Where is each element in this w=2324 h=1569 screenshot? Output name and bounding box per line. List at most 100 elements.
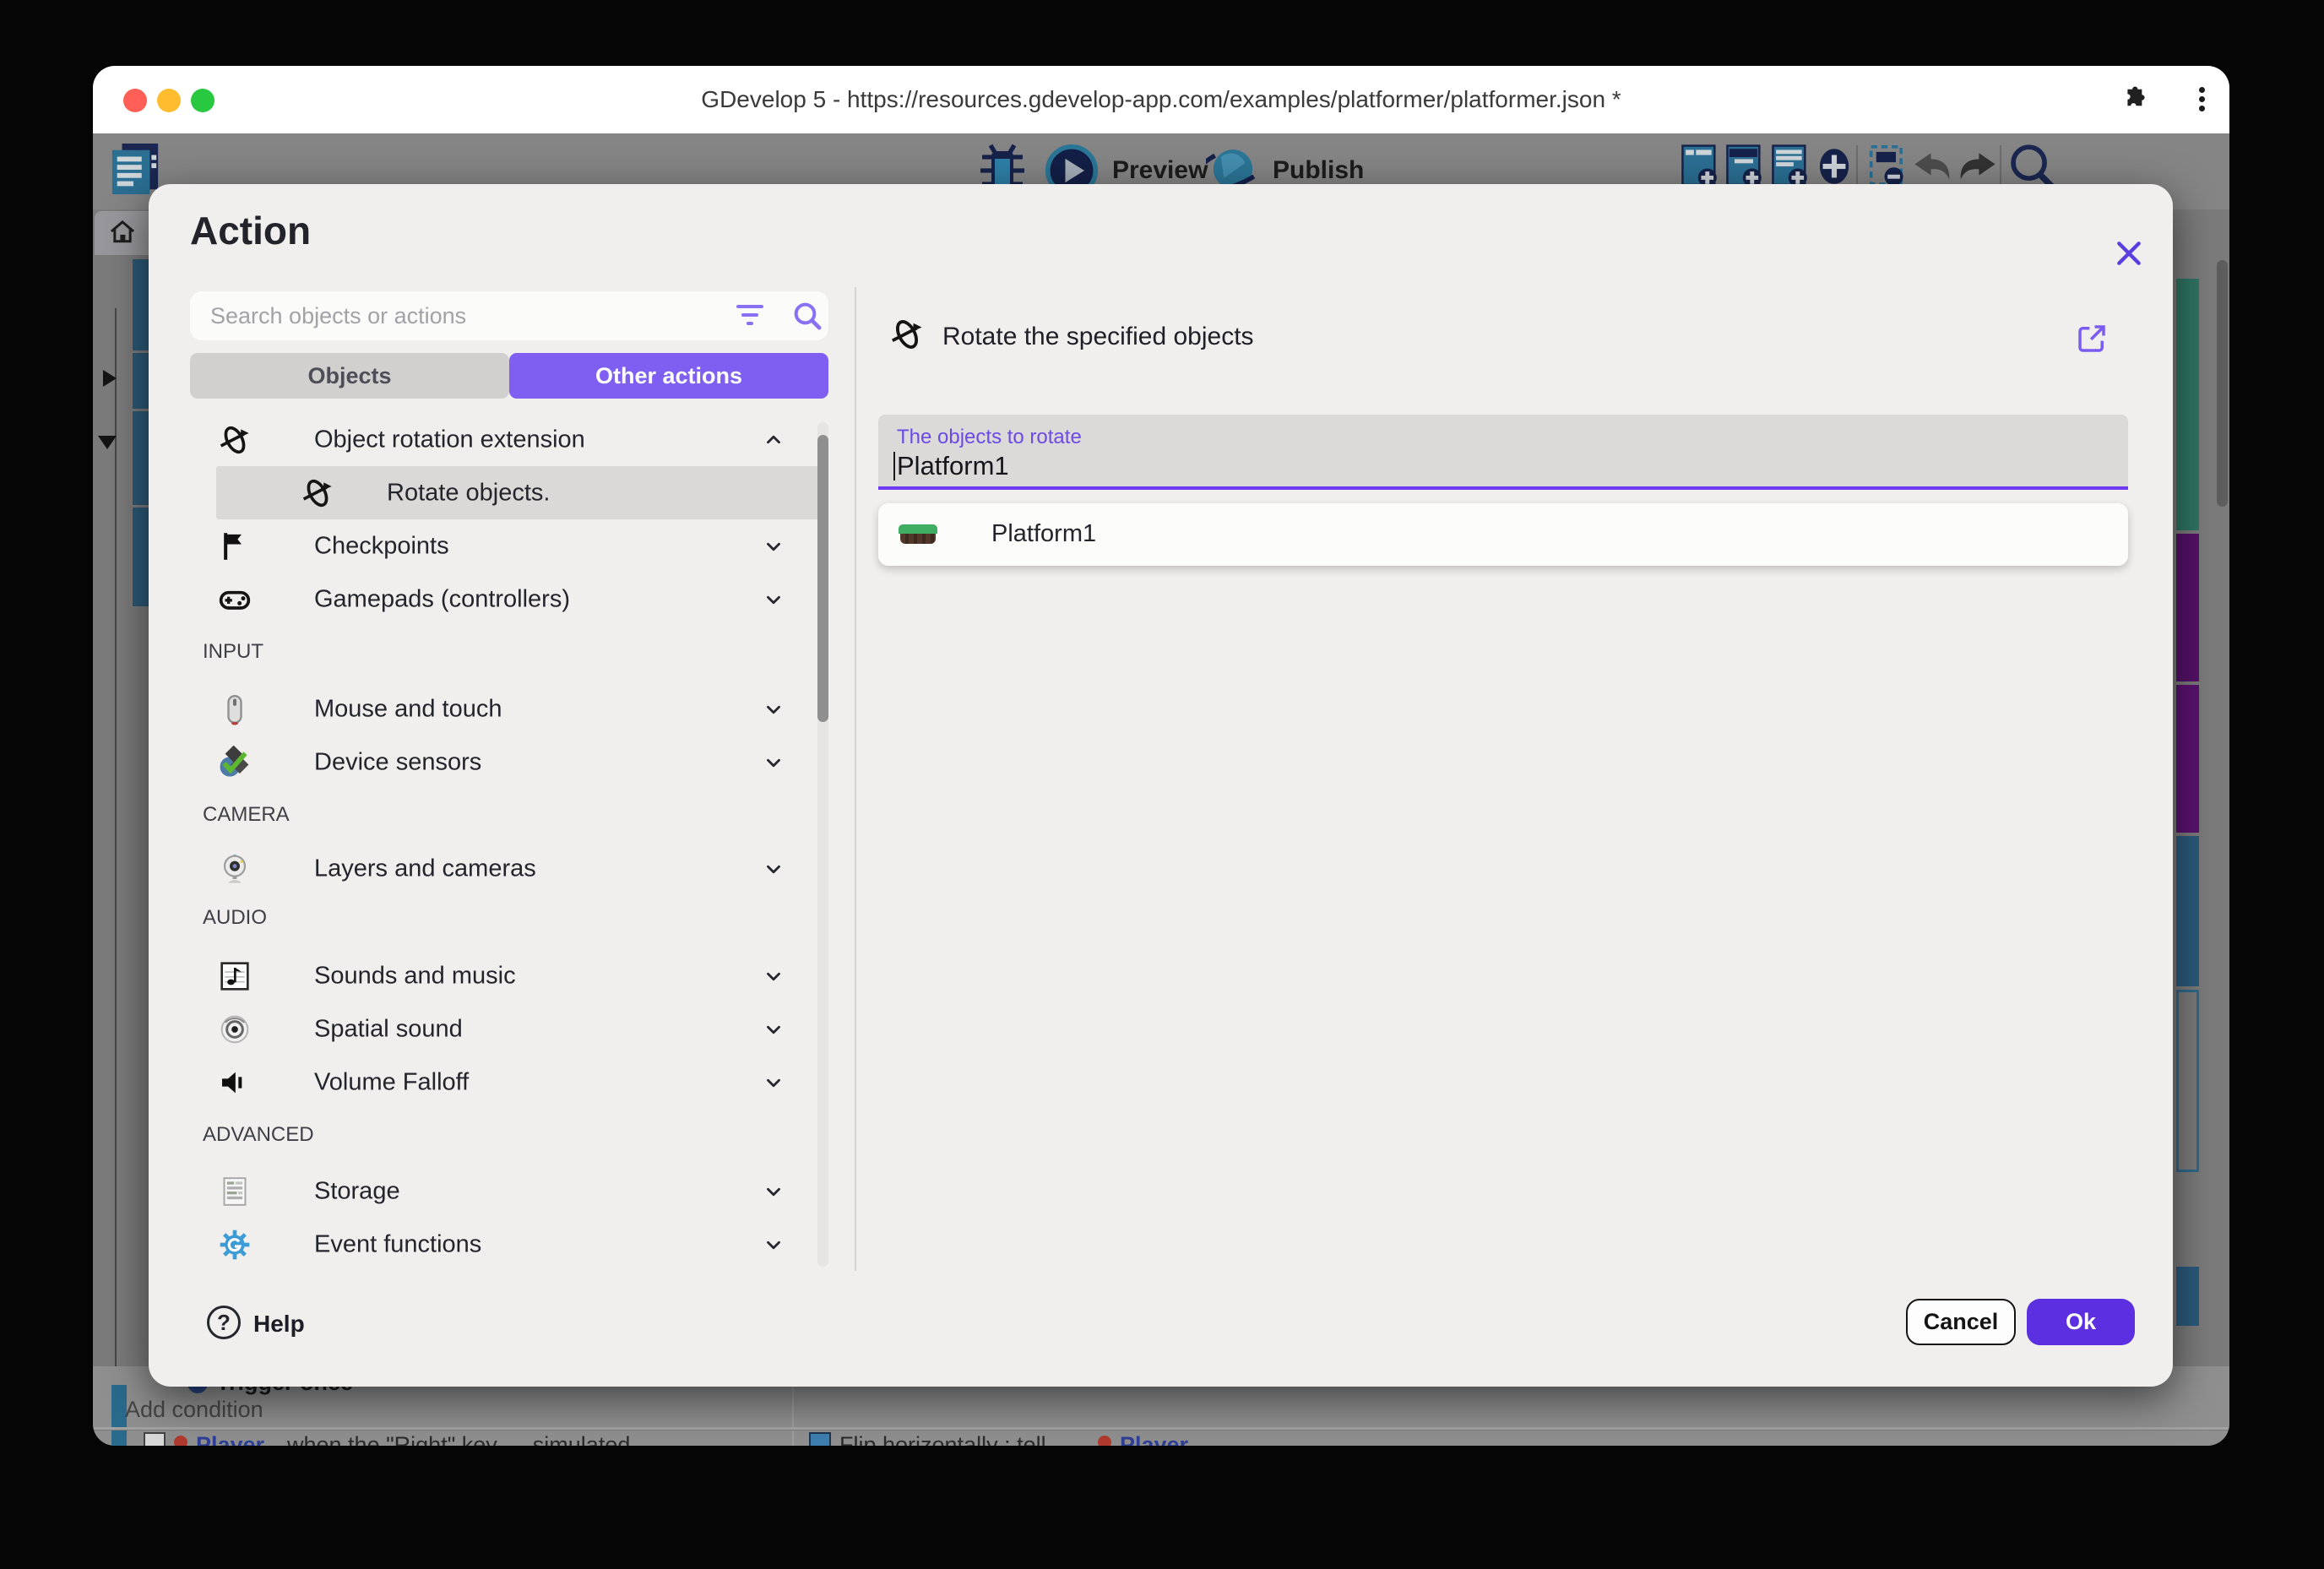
object-rotation-icon xyxy=(301,476,334,510)
screenshot-stage: GDevelop 5 - https://resources.gdevelop-… xyxy=(0,0,2324,1569)
flag-icon xyxy=(218,529,252,563)
device-sensors-icon xyxy=(218,746,252,779)
chevron-down-icon xyxy=(763,535,785,557)
list-item-event-functions[interactable]: Event functions xyxy=(149,1218,819,1271)
extensions-puzzle-icon[interactable] xyxy=(2120,85,2147,112)
list-item-checkpoints[interactable]: Checkpoints xyxy=(149,519,819,573)
chevron-down-icon xyxy=(763,752,785,774)
tab-objects[interactable]: Objects xyxy=(190,353,509,399)
event-object-name: Player xyxy=(196,1432,264,1446)
field-value: Platform1 xyxy=(897,451,1009,481)
platform-sprite-thumbnail xyxy=(899,524,937,545)
event-row-divider xyxy=(93,1427,2229,1430)
field-label: The objects to rotate xyxy=(897,426,1082,449)
undo-icon xyxy=(1913,152,1953,184)
text-caret xyxy=(893,452,895,480)
list-item-label: Mouse and touch xyxy=(314,695,502,723)
list-scrollbar-thumb[interactable] xyxy=(817,435,828,722)
chevron-down-icon xyxy=(763,858,785,880)
object-rotation-icon xyxy=(889,317,925,352)
filter-icon[interactable] xyxy=(736,305,764,327)
add-condition-link: Add condition xyxy=(125,1397,263,1423)
list-item-layers-and-cameras[interactable]: Layers and cameras xyxy=(149,842,819,895)
list-item-device-sensors[interactable]: Device sensors xyxy=(149,736,819,789)
event-column-divider xyxy=(792,1431,794,1446)
list-item-volume-falloff[interactable]: Volume Falloff xyxy=(149,1056,819,1109)
event-tree-bar xyxy=(133,259,149,350)
page-title: GDevelop 5 - https://resources.gdevelop-… xyxy=(93,66,2229,133)
list-item-label: Rotate objects. xyxy=(387,479,550,507)
list-item-storage[interactable]: Storage xyxy=(149,1165,819,1218)
object-rotation-icon xyxy=(218,423,252,457)
condition-icon xyxy=(144,1432,166,1446)
chevron-up-icon xyxy=(763,429,785,451)
preview-button-label: Preview xyxy=(1112,156,1208,185)
webcam-icon xyxy=(218,852,252,886)
close-icon[interactable] xyxy=(2112,236,2146,270)
ok-button[interactable]: Ok xyxy=(2027,1299,2135,1345)
event-tree-line xyxy=(115,308,117,1372)
chevron-down-icon xyxy=(763,1181,785,1203)
search-icon[interactable] xyxy=(790,299,824,333)
list-item-label: Event functions xyxy=(314,1230,481,1258)
editor-scrollbar-thumb xyxy=(2217,260,2228,507)
chevron-down-icon xyxy=(763,1234,785,1256)
tab-other-actions[interactable]: Other actions xyxy=(509,353,828,399)
event-tree-bar xyxy=(133,508,149,606)
scene-object-block xyxy=(2176,534,2199,681)
browser-titlebar: GDevelop 5 - https://resources.gdevelop-… xyxy=(93,66,2229,133)
list-item-spatial-sound[interactable]: Spatial sound xyxy=(149,1002,819,1056)
scene-object-block xyxy=(2176,836,2199,986)
section-header-input: INPUT xyxy=(203,640,263,664)
list-item-label: Spatial sound xyxy=(314,1015,463,1043)
scene-object-block xyxy=(2176,1267,2199,1326)
section-header-advanced: ADVANCED xyxy=(203,1123,314,1147)
action-dialog: Action Objects Other actions Object rota… xyxy=(149,184,2173,1387)
storage-icon xyxy=(218,1175,252,1208)
speaker-icon xyxy=(218,1013,252,1046)
chevron-down-icon xyxy=(763,1018,785,1040)
list-item-object-rotation-extension[interactable]: Object rotation extension xyxy=(149,413,819,466)
help-button[interactable]: Help xyxy=(253,1311,305,1338)
list-item-label: Object rotation extension xyxy=(314,426,585,453)
collapsed-arrow-icon xyxy=(103,370,117,387)
list-item-sounds-and-music[interactable]: Sounds and music xyxy=(149,949,819,1002)
scene-object-block-outlined xyxy=(2176,990,2199,1172)
gear-icon xyxy=(218,1228,252,1262)
list-item-label: Device sensors xyxy=(314,748,481,776)
event-tree-bar xyxy=(133,353,149,409)
chevron-down-icon xyxy=(763,589,785,611)
objects-to-rotate-input[interactable]: The objects to rotate Platform1 xyxy=(878,415,2128,490)
list-item-label: Volume Falloff xyxy=(314,1068,469,1096)
event-condition-text: when the "Right" key … simulated xyxy=(287,1432,630,1446)
cancel-button[interactable]: Cancel xyxy=(1906,1299,2016,1345)
list-item-label: Sounds and music xyxy=(314,962,516,990)
chevron-down-icon xyxy=(763,1072,785,1094)
volume-icon xyxy=(218,1066,252,1099)
expanded-arrow-icon xyxy=(98,436,117,449)
list-item-label: Layers and cameras xyxy=(314,855,536,882)
section-header-audio: AUDIO xyxy=(203,906,267,930)
option-label: Platform1 xyxy=(991,520,1096,548)
event-color-strip xyxy=(111,1431,127,1446)
gamepad-icon xyxy=(218,583,252,616)
external-link-icon[interactable] xyxy=(2074,321,2110,356)
list-item-rotate-objects[interactable]: Rotate objects. xyxy=(216,466,819,519)
event-row: Player when the "Right" key … simulated … xyxy=(93,1431,2229,1446)
action-heading: Rotate the specified objects xyxy=(942,323,1254,351)
event-tree-bar xyxy=(133,411,149,505)
list-item-gamepads[interactable]: Gamepads (controllers) xyxy=(149,573,819,626)
home-tab xyxy=(95,211,154,255)
search-input[interactable] xyxy=(190,291,828,340)
option-platform1[interactable]: Platform1 xyxy=(878,503,2128,566)
help-icon[interactable]: ? xyxy=(207,1306,241,1339)
event-object-name: Player xyxy=(1120,1432,1188,1446)
redo-icon xyxy=(1957,152,1997,184)
browser-window: GDevelop 5 - https://resources.gdevelop-… xyxy=(93,66,2229,1446)
browser-menu-kebab-icon[interactable] xyxy=(2197,85,2206,116)
list-item-mouse-and-touch[interactable]: Mouse and touch xyxy=(149,682,819,736)
object-dot-icon xyxy=(1098,1436,1111,1446)
object-dot-icon xyxy=(174,1436,187,1446)
music-note-icon xyxy=(218,959,252,993)
mouse-icon xyxy=(218,692,252,726)
